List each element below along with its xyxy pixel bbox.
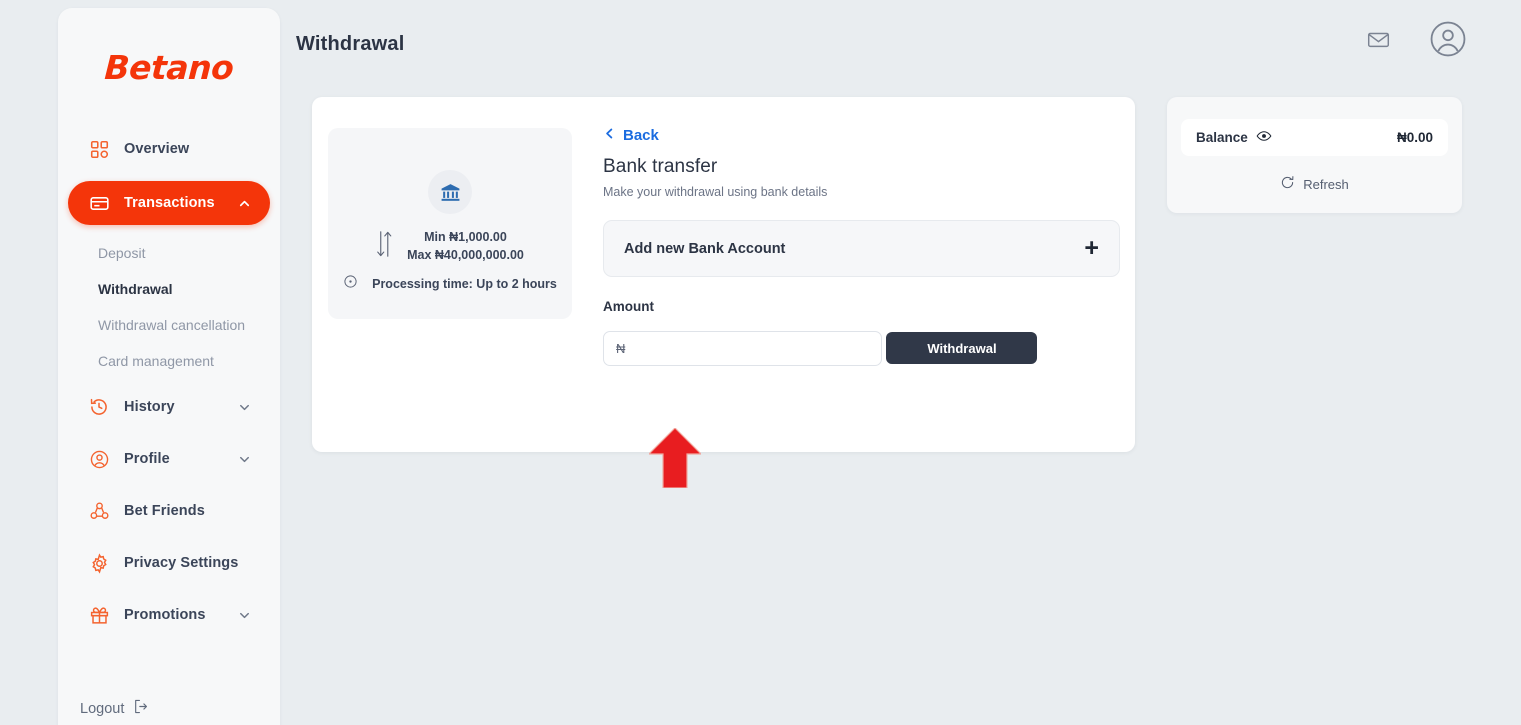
- chevron-left-icon: [603, 127, 616, 144]
- up-down-arrow-icon: [376, 229, 393, 264]
- limits-text: Min ₦1,000.00 Max ₦40,000,000.00: [407, 228, 524, 264]
- sidebar-item-privacy-settings[interactable]: Privacy Settings: [68, 543, 270, 583]
- back-link[interactable]: Back: [603, 127, 659, 144]
- sidebar-item-label: Privacy Settings: [124, 555, 239, 571]
- withdrawal-submit-button[interactable]: Withdrawal: [886, 332, 1038, 364]
- header-icons: [1366, 20, 1467, 58]
- processing-row: Processing time: Up to 2 hours: [328, 274, 572, 294]
- friends-icon: [88, 500, 110, 522]
- eye-icon[interactable]: [1256, 128, 1272, 147]
- betano-logo[interactable]: Betano: [58, 48, 280, 87]
- method-info-box: Min ₦1,000.00 Max ₦40,000,000.00 Process…: [328, 128, 572, 319]
- sidebar-item-profile[interactable]: Profile: [68, 439, 270, 479]
- sidebar-item-label: Transactions: [124, 195, 215, 211]
- sidebar-subitem-deposit[interactable]: Deposit: [58, 235, 280, 271]
- balance-card: Balance ₦0.00 Refresh: [1167, 97, 1462, 213]
- sidebar-subitem-withdrawal-cancellation[interactable]: Withdrawal cancellation: [58, 307, 280, 343]
- withdrawal-card: Min ₦1,000.00 Max ₦40,000,000.00 Process…: [312, 97, 1135, 452]
- amount-label: Amount: [603, 299, 654, 314]
- history-icon: [88, 396, 110, 418]
- sidebar-subitem-card-management[interactable]: Card management: [58, 343, 280, 379]
- back-label: Back: [623, 127, 659, 144]
- sidebar-nav: Overview Transactions Deposit Withdrawal…: [58, 129, 280, 635]
- add-new-bank-account-button[interactable]: Add new Bank Account +: [603, 220, 1120, 277]
- balance-row: Balance ₦0.00: [1181, 119, 1448, 156]
- balance-value: ₦0.00: [1396, 130, 1433, 145]
- min-limit: Min ₦1,000.00: [424, 230, 507, 244]
- sidebar-item-history[interactable]: History: [68, 387, 270, 427]
- max-limit: Max ₦40,000,000.00: [407, 248, 524, 262]
- logout-button[interactable]: Logout: [80, 698, 149, 719]
- logout-label: Logout: [80, 700, 125, 717]
- sidebar-item-transactions[interactable]: Transactions: [68, 181, 270, 225]
- transactions-submenu: Deposit Withdrawal Withdrawal cancellati…: [58, 235, 280, 379]
- sidebar-item-bet-friends[interactable]: Bet Friends: [68, 491, 270, 531]
- sidebar-item-label: History: [124, 399, 175, 415]
- sidebar-item-overview[interactable]: Overview: [68, 129, 270, 169]
- add-account-label: Add new Bank Account: [624, 240, 786, 257]
- bank-transfer-subtitle: Make your withdrawal using bank details: [603, 185, 828, 199]
- page-title: Withdrawal: [296, 33, 405, 55]
- refresh-balance-button[interactable]: Refresh: [1167, 175, 1462, 193]
- refresh-icon: [1280, 175, 1295, 193]
- mail-icon[interactable]: [1366, 27, 1391, 52]
- gear-icon: [88, 552, 110, 574]
- profile-icon: [88, 448, 110, 470]
- bank-icon: [428, 170, 472, 214]
- sidebar-item-promotions[interactable]: Promotions: [68, 595, 270, 635]
- card-icon: [88, 192, 110, 214]
- processing-text: Processing time: Up to 2 hours: [372, 277, 557, 291]
- bank-transfer-title: Bank transfer: [603, 156, 718, 177]
- sidebar-item-label: Promotions: [124, 607, 206, 623]
- sidebar: Betano Overview Transactions Deposit Wit…: [58, 8, 280, 725]
- chevron-up-icon[interactable]: [237, 196, 252, 211]
- chevron-down-icon[interactable]: [237, 400, 252, 415]
- clock-icon: [343, 274, 358, 294]
- grid-icon: [88, 138, 110, 160]
- sidebar-item-label: Profile: [124, 451, 170, 467]
- chevron-down-icon[interactable]: [237, 452, 252, 467]
- account-circle-icon[interactable]: [1429, 20, 1467, 58]
- bank-transfer-form: Back Bank transfer Make your withdrawal …: [603, 127, 1120, 366]
- plus-icon: +: [1084, 234, 1099, 262]
- sidebar-item-label: Bet Friends: [124, 503, 205, 519]
- app-root: Betano Overview Transactions Deposit Wit…: [0, 0, 1521, 725]
- gift-icon: [88, 604, 110, 626]
- amount-input[interactable]: [603, 330, 882, 366]
- chevron-down-icon[interactable]: [237, 608, 252, 623]
- balance-label-group: Balance: [1196, 128, 1272, 147]
- limits-row: Min ₦1,000.00 Max ₦40,000,000.00: [328, 228, 572, 264]
- sidebar-subitem-withdrawal[interactable]: Withdrawal: [58, 271, 280, 307]
- refresh-label: Refresh: [1303, 176, 1349, 192]
- sidebar-item-label: Overview: [124, 141, 190, 157]
- balance-label: Balance: [1196, 130, 1248, 145]
- logout-icon: [132, 698, 149, 719]
